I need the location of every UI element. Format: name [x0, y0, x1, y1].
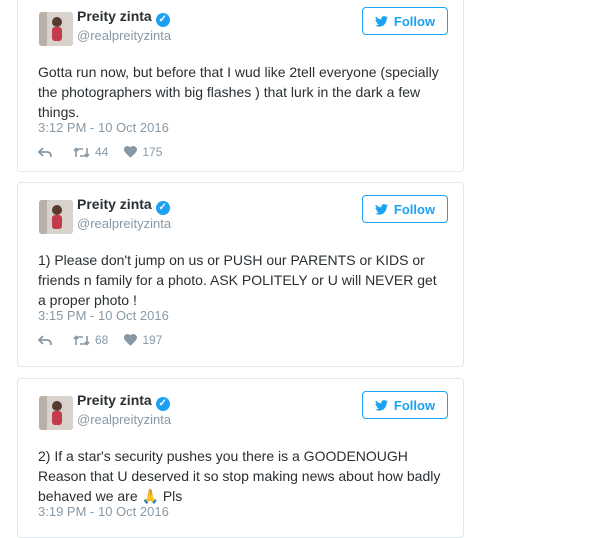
avatar[interactable] [39, 12, 73, 46]
like-count: 197 [142, 333, 163, 347]
author-name[interactable]: Preity zinta ✓ [77, 196, 170, 215]
twitter-bird-icon [374, 399, 388, 411]
retweet-count: 44 [95, 145, 109, 159]
retweet-button[interactable]: 44 [73, 145, 108, 159]
tweet-card: Preity zinta ✓ @realpreityzinta Follow 2)… [17, 378, 464, 538]
retweet-icon [73, 146, 90, 158]
tweet-actions: 68 197 [38, 333, 178, 347]
reply-icon [38, 146, 52, 157]
tweet-timestamp[interactable]: 3:12 PM - 10 Oct 2016 [38, 120, 169, 135]
retweet-button[interactable]: 68 [73, 333, 108, 347]
reply-button[interactable] [38, 146, 57, 158]
tweet-text: 1) Please don't jump on us or PUSH our P… [38, 252, 437, 308]
twitter-bird-icon [374, 203, 388, 215]
tweet-timestamp[interactable]: 3:19 PM - 10 Oct 2016 [38, 504, 169, 519]
verified-badge-icon: ✓ [155, 397, 170, 411]
author-handle[interactable]: @realpreityzinta [77, 216, 171, 231]
author-handle[interactable]: @realpreityzinta [77, 28, 171, 43]
tweet-card: Preity zinta ✓ @realpreityzinta Follow 1)… [17, 182, 464, 367]
retweet-count: 68 [95, 333, 109, 347]
like-button[interactable]: 175 [124, 145, 162, 159]
author-name[interactable]: Preity zinta ✓ [77, 8, 170, 27]
follow-button[interactable]: Follow [362, 7, 448, 35]
tweet-actions: 44 175 [38, 145, 178, 159]
tweet-text: Gotta run now, but before that I wud lik… [38, 64, 439, 120]
twitter-bird-icon [374, 15, 388, 27]
tweet-text: 2) If a star's security pushes you there… [38, 448, 441, 504]
verified-badge-icon: ✓ [155, 201, 170, 215]
verified-badge-icon: ✓ [155, 13, 170, 27]
follow-button[interactable]: Follow [362, 391, 448, 419]
follow-button[interactable]: Follow [362, 195, 448, 223]
retweet-icon [73, 334, 90, 346]
follow-label: Follow [393, 13, 436, 29]
reply-button[interactable] [38, 334, 57, 346]
like-button[interactable]: 197 [124, 333, 162, 347]
heart-icon [124, 334, 138, 346]
follow-label: Follow [393, 397, 436, 413]
follow-label: Follow [393, 201, 436, 217]
avatar[interactable] [39, 200, 73, 234]
author-handle[interactable]: @realpreityzinta [77, 412, 171, 427]
heart-icon [124, 146, 138, 158]
tweet-timestamp[interactable]: 3:15 PM - 10 Oct 2016 [38, 308, 169, 323]
tweet-card: Preity zinta ✓ @realpreityzinta Follow Go… [17, 0, 464, 172]
reply-icon [38, 334, 52, 345]
author-name[interactable]: Preity zinta ✓ [77, 392, 170, 411]
like-count: 175 [142, 145, 163, 159]
avatar[interactable] [39, 396, 73, 430]
